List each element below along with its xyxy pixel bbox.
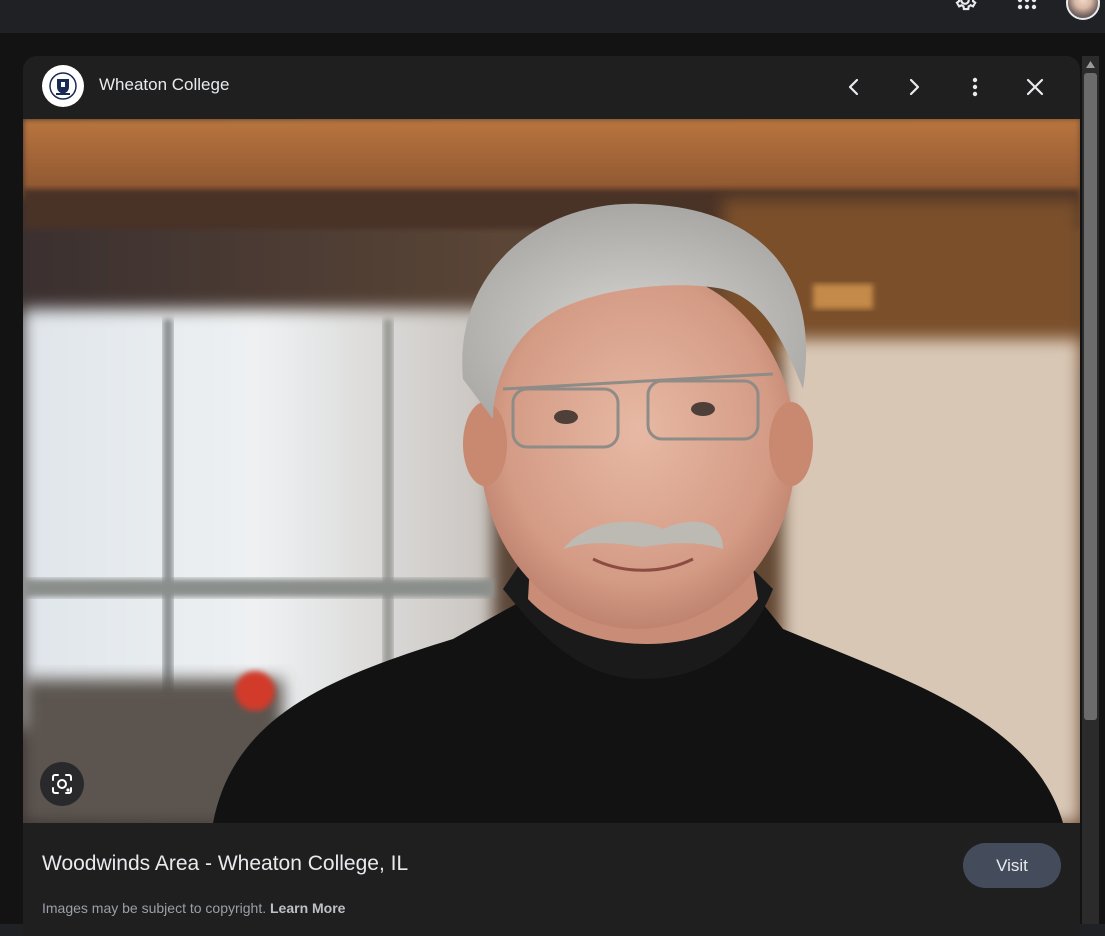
visit-button[interactable]: Visit bbox=[963, 843, 1061, 888]
lens-icon bbox=[52, 774, 72, 794]
copyright-text: Images may be subject to copyright. bbox=[42, 900, 267, 916]
viewer-header: Wheaton College bbox=[23, 56, 1080, 119]
chevron-left-icon bbox=[848, 78, 859, 96]
close-icon bbox=[1026, 78, 1044, 96]
scroll-up-button[interactable] bbox=[1082, 56, 1099, 73]
preview-image[interactable] bbox=[23, 119, 1080, 823]
next-image-button[interactable] bbox=[896, 69, 932, 105]
top-bar bbox=[0, 0, 1105, 33]
account-avatar[interactable] bbox=[1066, 0, 1100, 20]
settings-gear-icon[interactable] bbox=[950, 0, 980, 14]
search-image-lens-button[interactable] bbox=[40, 762, 84, 806]
learn-more-link[interactable]: Learn More bbox=[270, 900, 345, 916]
image-title[interactable]: Woodwinds Area - Wheaton College, IL bbox=[42, 852, 408, 876]
site-logo-icon[interactable] bbox=[42, 65, 84, 107]
previous-image-button[interactable] bbox=[836, 69, 872, 105]
scrollbar-thumb[interactable] bbox=[1084, 73, 1097, 720]
more-vertical-icon bbox=[972, 77, 978, 97]
image-viewer-panel: Wheaton College Woodwinds Area - Wheaton… bbox=[23, 56, 1080, 936]
scroll-up-arrow-icon bbox=[1086, 61, 1095, 68]
close-button[interactable] bbox=[1017, 69, 1053, 105]
copyright-notice: Images may be subject to copyright. Lear… bbox=[42, 900, 345, 916]
apps-grid-icon[interactable] bbox=[1012, 0, 1042, 14]
site-name[interactable]: Wheaton College bbox=[99, 75, 229, 95]
scrollbar[interactable] bbox=[1082, 56, 1099, 924]
more-options-button[interactable] bbox=[957, 69, 993, 105]
chevron-right-icon bbox=[909, 78, 920, 96]
